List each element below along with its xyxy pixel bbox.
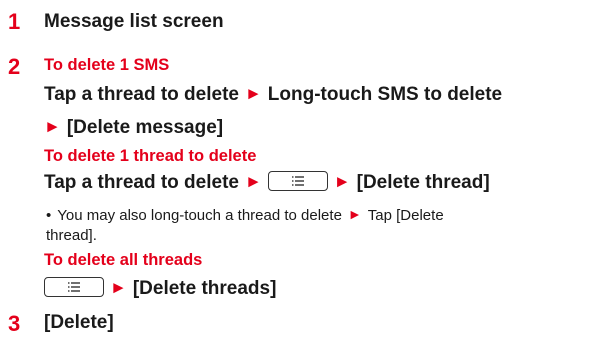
step-3-text: [Delete] xyxy=(44,312,114,333)
menu-key-icon xyxy=(267,171,328,191)
arrow-icon: ► xyxy=(347,206,362,222)
menu-lines-icon xyxy=(68,282,80,292)
step-1-text: Message list screen xyxy=(44,11,224,32)
delete-message-label: [Delete message] xyxy=(66,117,224,138)
arrow-icon: ► xyxy=(110,278,127,298)
arrow-icon: ► xyxy=(333,172,351,192)
arrow-icon: ► xyxy=(244,172,262,192)
instruction-part: Long-touch SMS to delete xyxy=(267,84,503,105)
sub-heading-delete-1-thread: To delete 1 thread to delete xyxy=(44,147,257,165)
instruction-part: Tap a thread to delete xyxy=(44,172,239,194)
note-line-1: • You may also long-touch a thread to del… xyxy=(46,206,444,226)
note-text: You may also long-touch a thread to dele… xyxy=(57,207,342,224)
instruction-delete-1-sms-line-2: ► [Delete message] xyxy=(44,118,223,137)
step-number-3: 3 xyxy=(8,311,21,336)
step-number-2: 2 xyxy=(8,54,21,79)
instruction-part: Tap a thread to delete xyxy=(44,84,239,105)
menu-key-icon xyxy=(44,277,104,297)
step-number-1: 1 xyxy=(8,9,21,34)
delete-threads-label: [Delete threads] xyxy=(132,278,277,300)
sub-heading-delete-all-threads: To delete all threads xyxy=(44,251,203,269)
bullet: • xyxy=(46,207,52,224)
instruction-delete-1-sms-line-1: Tap a thread to delete ► Long-touch SMS to… xyxy=(44,85,502,104)
arrow-icon: ► xyxy=(44,117,61,136)
note-line-2: thread]. xyxy=(46,227,97,244)
note-text: Tap [Delete xyxy=(367,207,444,224)
instruction-delete-all-threads: ► [Delete threads] xyxy=(44,277,277,300)
sub-heading-delete-1-sms: To delete 1 SMS xyxy=(44,56,170,74)
delete-thread-label: [Delete thread] xyxy=(356,172,490,194)
arrow-icon: ► xyxy=(244,84,262,103)
menu-lines-icon xyxy=(291,176,304,186)
instruction-delete-1-thread: Tap a thread to delete ► ► [Delete thread] xyxy=(44,171,490,194)
